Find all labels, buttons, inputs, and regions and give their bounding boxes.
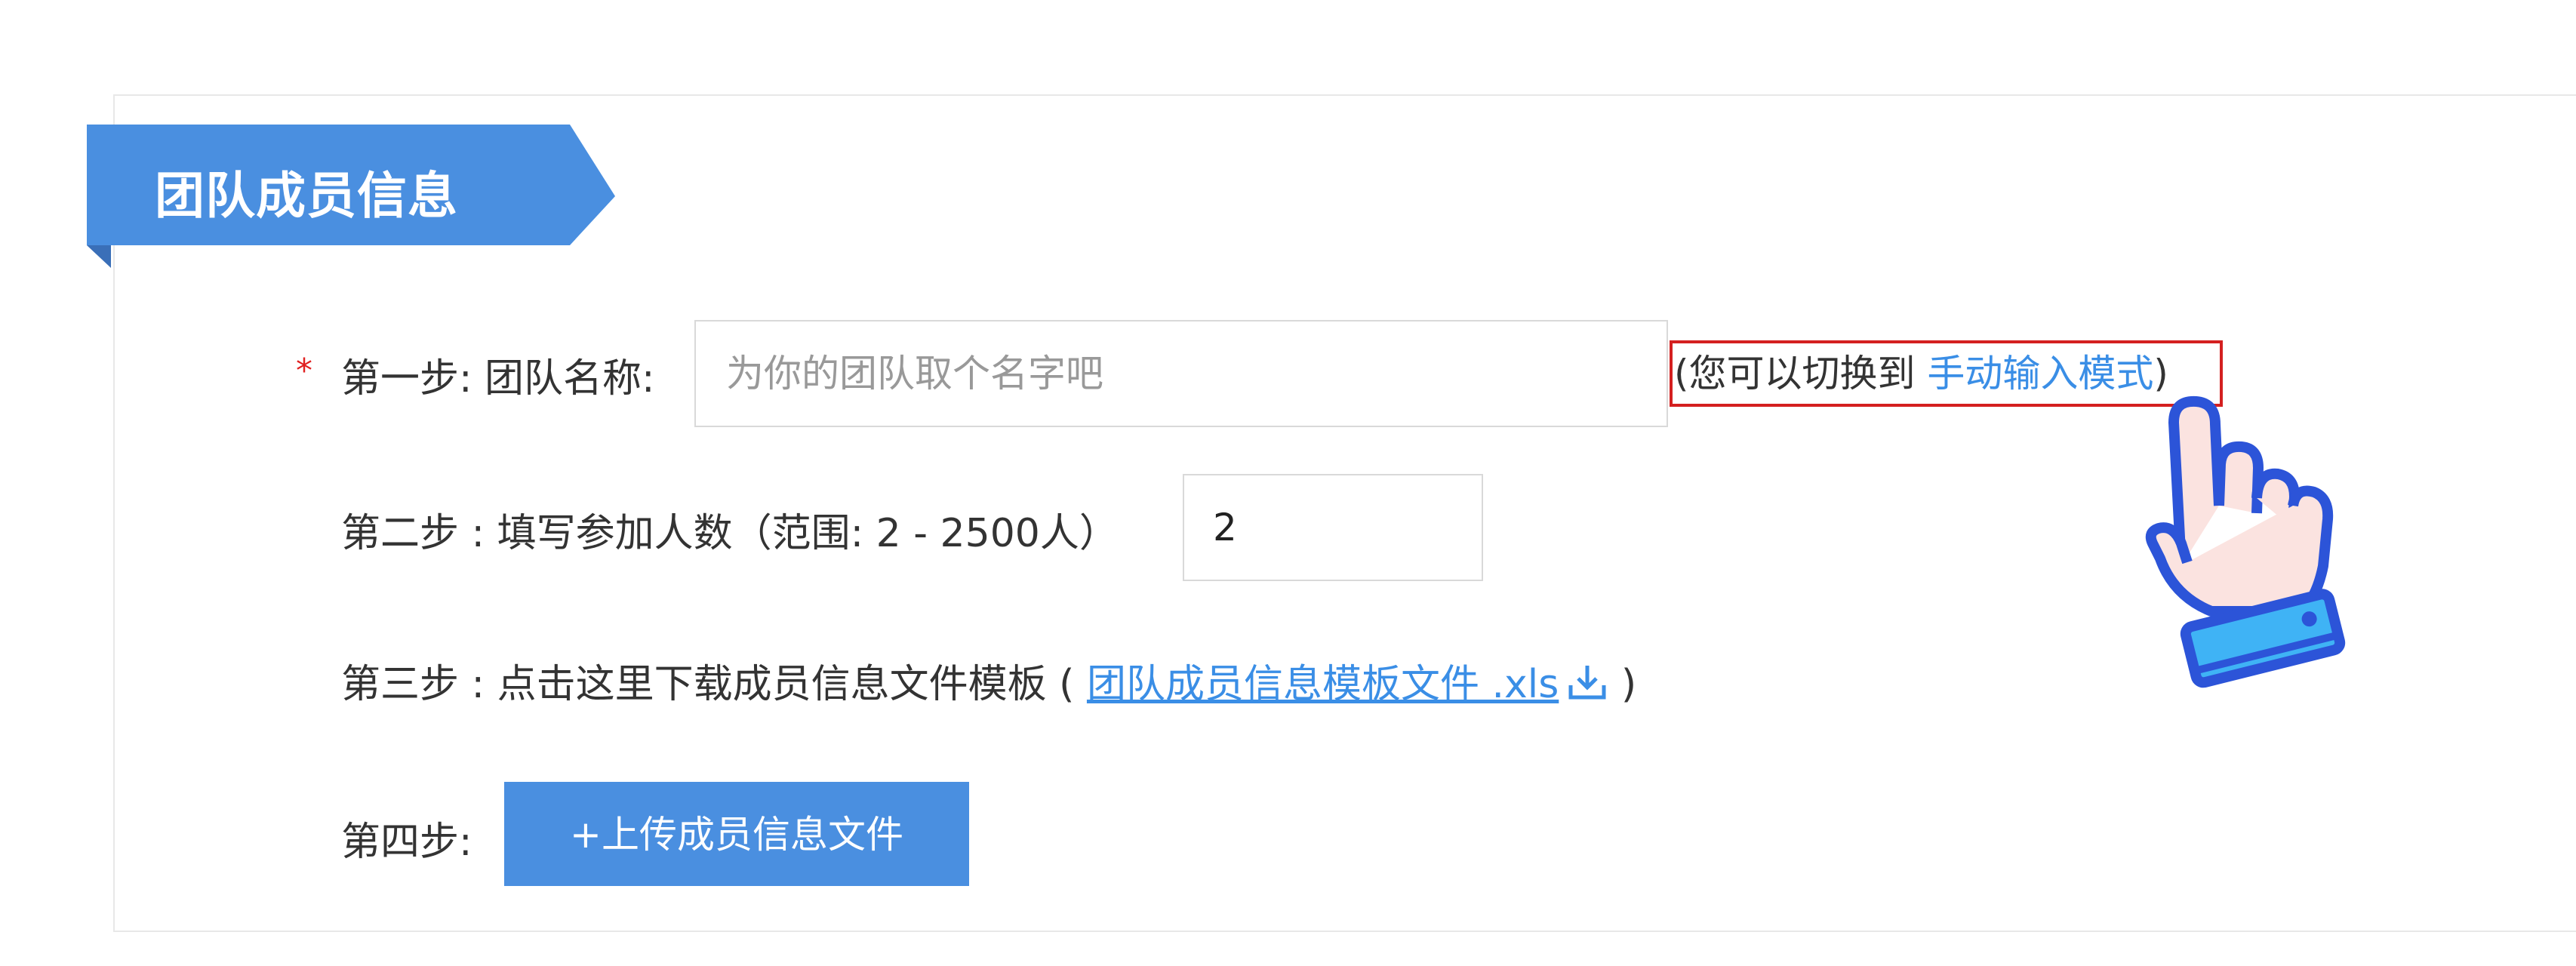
team-name-input[interactable]	[694, 320, 1668, 427]
section-header-ribbon: 团队成员信息	[87, 125, 615, 268]
step3-label-suffix: )	[1608, 662, 1637, 707]
section-title: 团队成员信息	[155, 167, 458, 225]
step2-label: 第二步 : 填写参加人数（范围: 2 - 2500人）	[341, 511, 1119, 556]
participant-count-input[interactable]	[1183, 474, 1483, 581]
template-download-link-text: 团队成员信息模板文件 .xls	[1086, 662, 1559, 707]
step4-label: 第四步:	[341, 820, 472, 865]
upload-member-file-button[interactable]: +上传成员信息文件	[504, 782, 969, 886]
hint-suffix: )	[2153, 352, 2168, 395]
step3-label-prefix: 第三步 : 点击这里下载成员信息文件模板 (	[341, 662, 1087, 707]
manual-mode-hint: (您可以切换到 手动输入模式)	[1670, 340, 2223, 407]
template-download-link[interactable]: 团队成员信息模板文件 .xls	[1087, 662, 1608, 707]
hand-pointer-icon	[2144, 392, 2355, 694]
hint-prefix: (您可以切换到	[1674, 352, 1928, 395]
step1-label: 第一步: 团队名称:	[341, 356, 655, 401]
required-asterisk: *	[296, 352, 312, 390]
manual-input-mode-link[interactable]: 手动输入模式	[1927, 352, 2153, 395]
step3-row: 第三步 : 点击这里下载成员信息文件模板 ( 团队成员信息模板文件 .xls )	[341, 652, 1636, 712]
download-icon	[1566, 663, 1608, 712]
